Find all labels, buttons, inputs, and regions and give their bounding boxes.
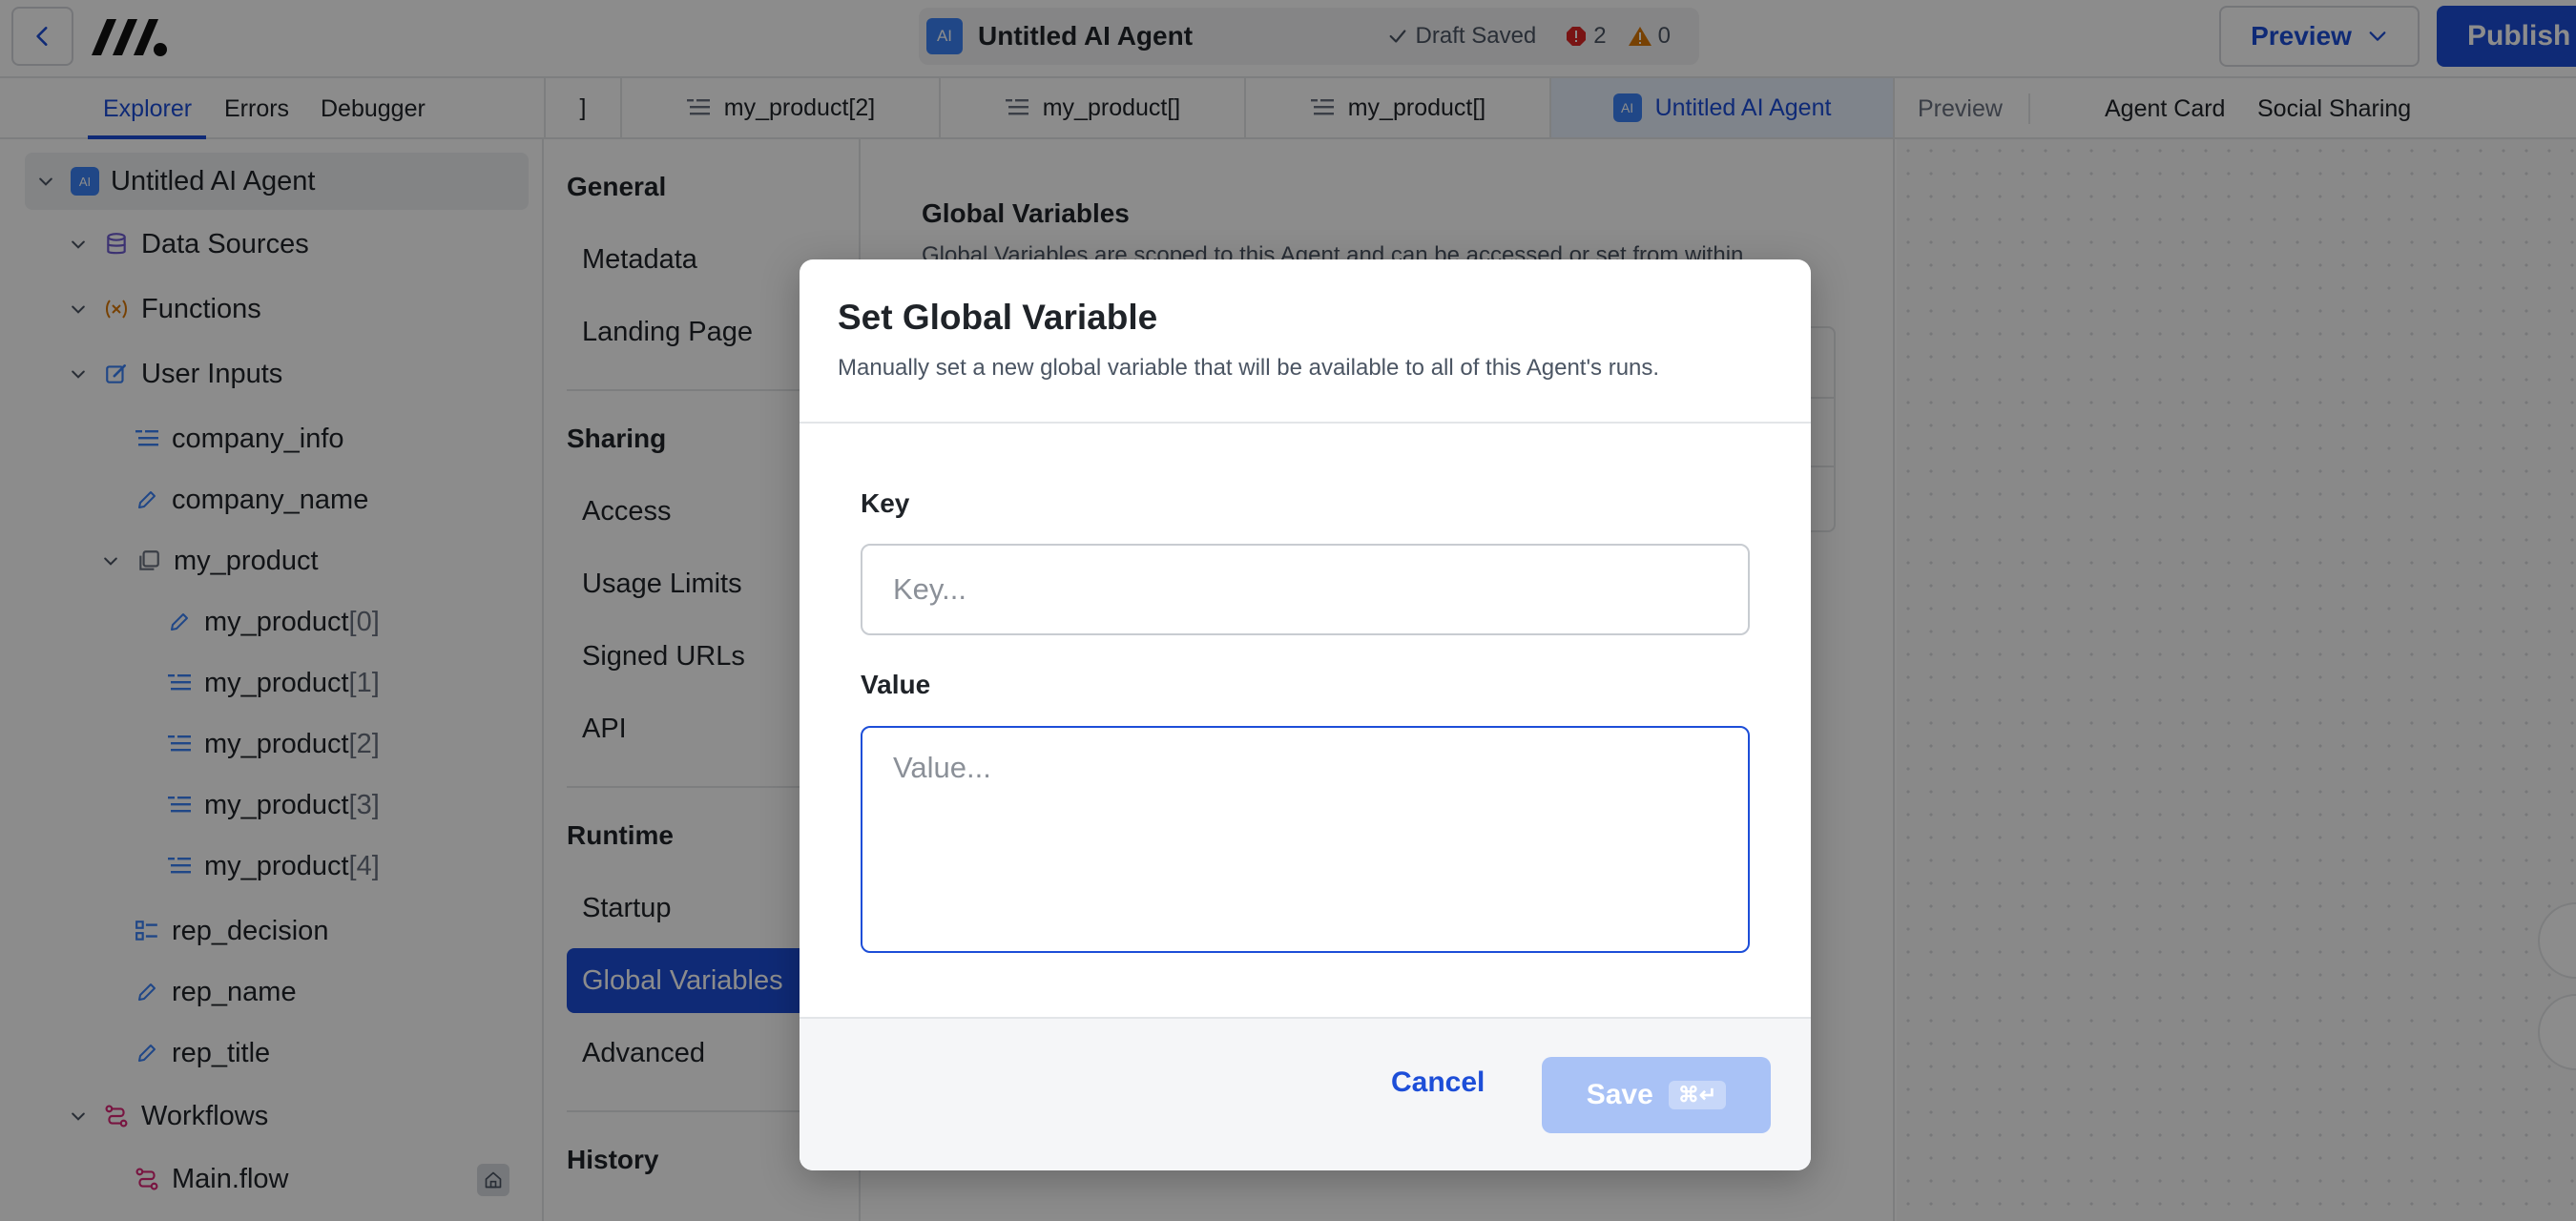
value-label: Value [861,670,931,699]
dialog-divider [800,1017,1811,1019]
dialog-divider [800,422,1811,424]
cancel-button[interactable]: Cancel [1391,1066,1485,1099]
dialog-subtitle: Manually set a new global variable that … [838,355,1660,381]
value-textarea[interactable] [861,726,1750,953]
set-global-variable-dialog: Set Global Variable Manually set a new g… [800,259,1811,1170]
dialog-footer: Cancel Save ⌘↵ [800,1017,1811,1170]
key-input[interactable] [861,544,1750,635]
save-shortcut-hint: ⌘↵ [1668,1081,1727,1109]
key-label: Key [861,488,910,518]
dialog-title: Set Global Variable [838,298,1158,337]
save-button[interactable]: Save ⌘↵ [1542,1057,1771,1133]
save-label: Save [1586,1079,1653,1110]
